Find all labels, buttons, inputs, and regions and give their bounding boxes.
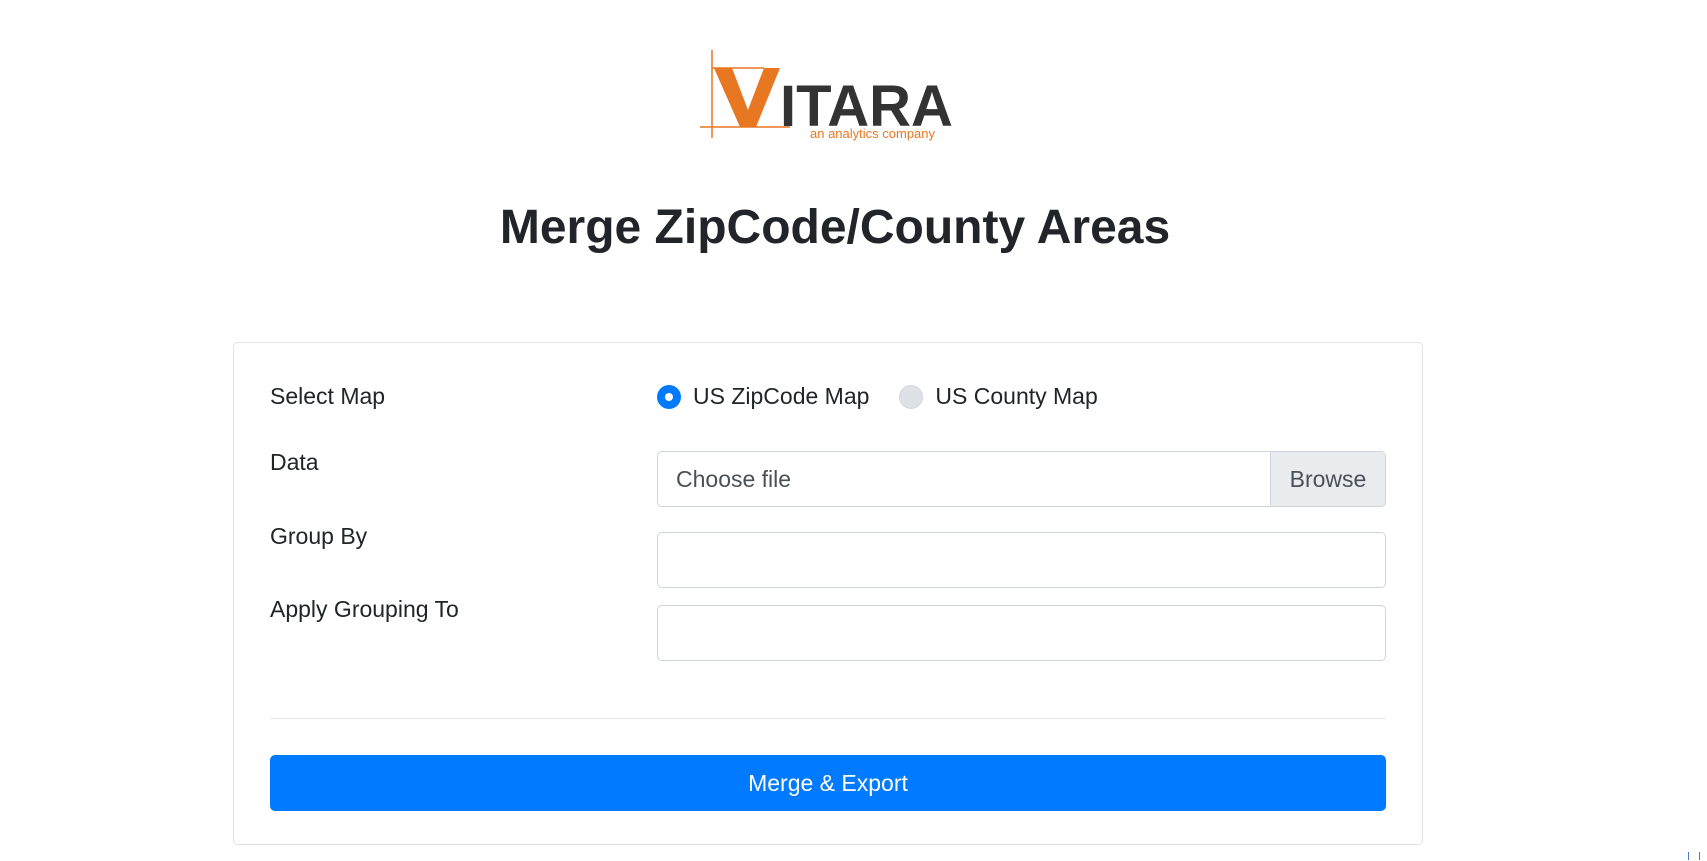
radio-us-county-map[interactable]: US County Map [899,383,1098,410]
merge-form-card: Select Map US ZipCode Map US County Map … [233,342,1423,845]
radio-checked-icon[interactable] [657,384,681,409]
corner-mark [1688,852,1700,860]
radio-us-zipcode-map[interactable]: US ZipCode Map [657,383,869,410]
page: ITARA an analytics company Merge ZipCode… [0,0,1707,861]
file-input-placeholder[interactable]: Choose file [658,452,1270,506]
group-by-label: Group By [270,523,368,549]
apply-grouping-to-input[interactable] [657,605,1386,661]
merge-export-button[interactable]: Merge & Export [270,755,1386,811]
page-title: Merge ZipCode/County Areas [499,201,1171,254]
radio-label-zipcode[interactable]: US ZipCode Map [693,383,869,410]
select-map-label: Select Map [270,383,386,409]
form-divider [270,718,1386,719]
select-map-radio-group: US ZipCode Map US County Map [657,383,1128,410]
data-label: Data [270,449,319,475]
svg-text:an analytics company: an analytics company [810,126,936,141]
browse-button[interactable]: Browse [1270,452,1385,506]
group-by-input[interactable] [657,532,1386,588]
data-file-input[interactable]: Choose file Browse [657,451,1386,507]
apply-grouping-to-label: Apply Grouping To [270,596,459,622]
vitara-logo: ITARA an analytics company [700,50,960,145]
radio-unchecked-icon[interactable] [899,384,924,409]
radio-label-county[interactable]: US County Map [935,383,1097,410]
